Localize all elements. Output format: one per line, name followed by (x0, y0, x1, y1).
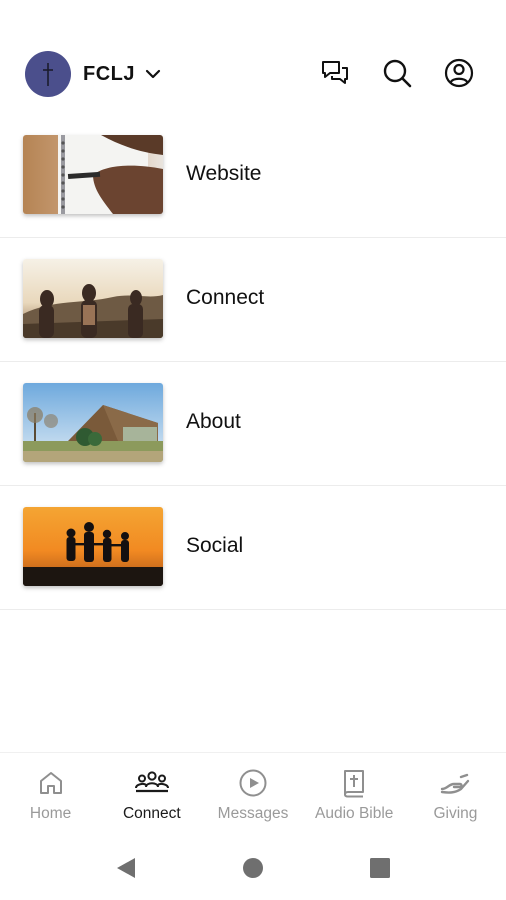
bottom-navigation: Home Connect Messages Audio Bible Giving (0, 752, 506, 837)
list-item-label: Connect (186, 286, 265, 309)
website-thumbnail (23, 135, 163, 214)
home-circle-icon[interactable] (239, 854, 267, 882)
search-icon[interactable] (380, 56, 414, 90)
nav-item-audio-bible[interactable]: Audio Bible (304, 753, 405, 837)
account-icon[interactable] (442, 56, 476, 90)
nav-label: Connect (122, 805, 181, 822)
nav-label: Giving (433, 805, 478, 822)
content-list: Website Connect About Social (0, 114, 506, 610)
chat-icon[interactable] (318, 56, 352, 90)
list-item-website[interactable]: Website (0, 114, 506, 238)
app-header: FCLJ (0, 0, 506, 120)
cross-icon (43, 63, 53, 86)
list-item-social[interactable]: Social (0, 486, 506, 610)
connect-thumbnail (23, 259, 163, 338)
nav-item-messages[interactable]: Messages (202, 753, 303, 837)
chevron-down-icon[interactable] (145, 69, 161, 79)
social-thumbnail (23, 507, 163, 586)
org-name: FCLJ (83, 62, 135, 85)
nav-label: Audio Bible (315, 805, 394, 822)
recents-icon[interactable] (366, 854, 394, 882)
org-switcher[interactable]: FCLJ (25, 50, 161, 98)
nav-label: Home (29, 805, 72, 822)
list-item-label: About (186, 410, 241, 433)
nav-item-giving[interactable]: Giving (405, 753, 506, 837)
nav-label: Messages (217, 805, 289, 822)
list-item-label: Social (186, 534, 244, 557)
back-icon[interactable] (112, 854, 140, 882)
list-item-about[interactable]: About (0, 362, 506, 486)
home-icon (0, 767, 101, 799)
play-circle-icon (202, 767, 303, 799)
system-navigation-bar (0, 836, 506, 900)
bible-icon (304, 767, 405, 799)
list-item-connect[interactable]: Connect (0, 238, 506, 362)
about-thumbnail (23, 383, 163, 462)
giving-hand-icon (405, 767, 506, 799)
nav-item-connect[interactable]: Connect (101, 753, 202, 837)
nav-item-home[interactable]: Home (0, 753, 101, 837)
list-item-label: Website (186, 162, 262, 185)
people-group-icon (101, 767, 202, 799)
org-avatar (25, 51, 71, 97)
